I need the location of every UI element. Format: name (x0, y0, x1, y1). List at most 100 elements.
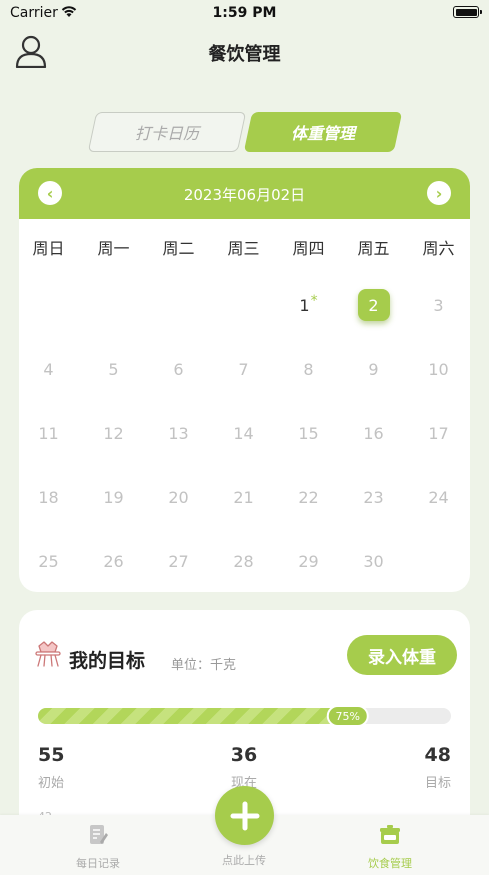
day-number: 8 (303, 359, 314, 379)
calendar-day[interactable]: 21 (211, 465, 276, 529)
day-number: 10 (428, 359, 449, 379)
stat-initial: 55 初始 (38, 744, 64, 791)
record-weight-button[interactable]: 录入体重 (347, 635, 457, 675)
notebook-icon (90, 825, 108, 844)
stat-initial-label: 初始 (38, 776, 65, 791)
day-number: 29 (298, 551, 319, 571)
calendar-date-title: 2023年06月02日 (183, 186, 306, 204)
calendar-day[interactable]: 7 (211, 337, 276, 401)
day-number: 28 (233, 551, 254, 571)
calendar-day[interactable]: 8 (276, 337, 341, 401)
segment-tabs: 打卡日历 体重管理 (87, 112, 403, 154)
tab-checkin-label: 打卡日历 (134, 124, 199, 143)
calendar-day[interactable]: 4 (19, 337, 81, 401)
header: 餐饮管理 (0, 30, 489, 74)
day-number: 13 (168, 423, 189, 443)
checkin-star-marker: * (310, 293, 318, 309)
calendar-day[interactable]: 10 (406, 337, 470, 401)
weekday-row: 周日 周一 周二 周三 周四 周五 周六 (19, 235, 470, 259)
day-number: 11 (38, 423, 59, 443)
calendar-day[interactable]: 1 * (276, 273, 341, 337)
calendar-card: ‹ 2023年06月02日 › 周日 周一 周二 周三 周四 周五 周六 1 * 2 3 4 5 6 7 8… (19, 168, 470, 592)
day-number: 18 (38, 487, 59, 507)
calendar-day[interactable]: 9 (341, 337, 406, 401)
day-number: 23 (363, 487, 384, 507)
calendar-day[interactable]: 14 (211, 401, 276, 465)
tabbar-diet-management[interactable]: 饮食管理 (340, 823, 440, 871)
day-number: 12 (103, 423, 124, 443)
status-time: 1:59 PM (212, 5, 277, 21)
day-number: 5 (108, 359, 119, 379)
calendar-day[interactable]: 11 (19, 401, 81, 465)
status-bar: Carrier 1:59 PM (0, 0, 489, 26)
day-number: 6 (173, 359, 184, 379)
weekday-label: 周六 (422, 239, 455, 258)
weekday-label: 周四 (292, 239, 325, 258)
progress-percent-badge: 75% (326, 705, 369, 727)
calendar-day[interactable]: 18 (19, 465, 81, 529)
calendar-day[interactable]: 19 (81, 465, 146, 529)
weekday-label: 周二 (162, 239, 195, 258)
goal-title: 我的目标 (69, 650, 146, 672)
lunchbox-icon (380, 825, 400, 844)
calendar-day[interactable]: 22 (276, 465, 341, 529)
calendar-day[interactable]: 12 (81, 401, 146, 465)
goal-unit: 单位：千克 (171, 658, 237, 673)
day-number: 30 (363, 551, 384, 571)
weekday-label: 周日 (32, 239, 65, 258)
page-title: 餐饮管理 (208, 44, 281, 65)
calendar-header: ‹ 2023年06月02日 › (19, 168, 470, 219)
plus-icon (230, 801, 259, 830)
day-number: 25 (38, 551, 59, 571)
stat-target: 48 目标 (425, 744, 451, 791)
weekday-label: 周一 (97, 239, 130, 258)
calendar-day[interactable]: 30 (341, 529, 406, 592)
calendar-day[interactable]: 23 (341, 465, 406, 529)
day-number: 22 (298, 487, 319, 507)
day-number: 26 (103, 551, 124, 571)
upload-add-button[interactable] (215, 786, 274, 845)
stat-initial-value: 55 (38, 744, 65, 766)
tabbar-diet-label: 饮食管理 (368, 857, 412, 870)
battery-icon (453, 6, 482, 18)
next-month-button[interactable]: › (427, 181, 451, 205)
stat-current-value: 36 (230, 744, 258, 766)
day-number: 21 (233, 487, 254, 507)
day-number: 1 (299, 295, 310, 315)
day-number: 7 (238, 359, 249, 379)
calendar-day[interactable]: 20 (146, 465, 211, 529)
weekday-label: 周三 (227, 239, 260, 258)
tabbar-daily-label: 每日记录 (76, 857, 120, 870)
day-number: 17 (428, 423, 449, 443)
stat-target-label: 目标 (424, 776, 451, 791)
calendar-day[interactable]: 17 (406, 401, 470, 465)
calendar-day[interactable]: 27 (146, 529, 211, 592)
day-number: 19 (103, 487, 124, 507)
day-number: 3 (433, 295, 444, 315)
tabbar-daily-record[interactable]: 每日记录 (48, 823, 148, 871)
day-number: 14 (233, 423, 254, 443)
day-number: 9 (368, 359, 379, 379)
selected-day-number: 2 (357, 289, 390, 321)
calendar-day[interactable]: 6 (146, 337, 211, 401)
calendar-day[interactable]: 5 (81, 337, 146, 401)
calendar-day[interactable]: 28 (211, 529, 276, 592)
calendar-day[interactable]: 13 (146, 401, 211, 465)
day-number: 4 (43, 359, 54, 379)
calendar-day[interactable]: 26 (81, 529, 146, 592)
scale-goal-icon (35, 641, 61, 667)
tab-weight-management[interactable]: 体重管理 (243, 112, 403, 152)
tab-checkin-calendar[interactable]: 打卡日历 (87, 112, 247, 152)
stat-current: 36 现在 (214, 744, 274, 791)
calendar-day[interactable]: 3 (406, 273, 470, 337)
progress-fill (38, 708, 348, 724)
day-number: 20 (168, 487, 189, 507)
calendar-day[interactable]: 24 (406, 465, 470, 529)
day-number: 15 (298, 423, 319, 443)
day-number: 16 (363, 423, 384, 443)
calendar-day[interactable]: 29 (276, 529, 341, 592)
calendar-day[interactable]: 16 (341, 401, 406, 465)
calendar-day[interactable]: 25 (19, 529, 81, 592)
calendar-day[interactable]: 15 (276, 401, 341, 465)
calendar-day-selected[interactable]: 2 (341, 273, 406, 337)
